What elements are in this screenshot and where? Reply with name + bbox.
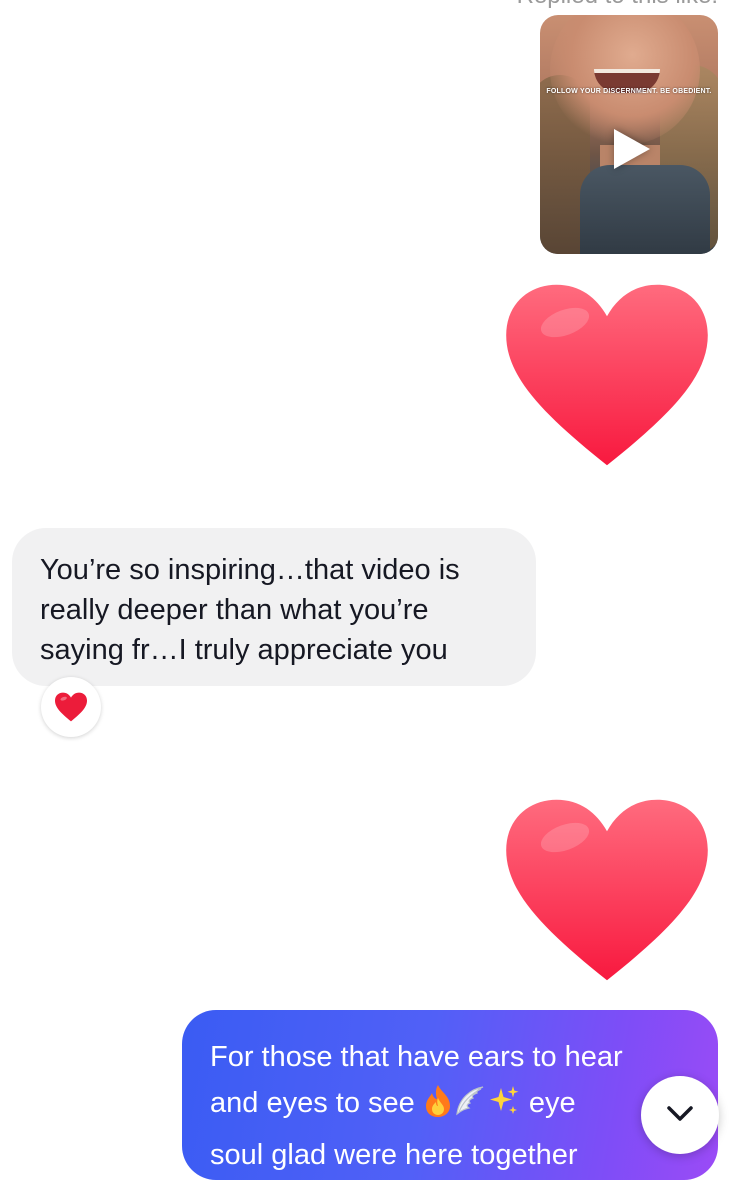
message-text-segment: eye bbox=[520, 1087, 576, 1119]
chevron-down-icon bbox=[667, 1106, 693, 1121]
play-icon[interactable] bbox=[614, 129, 650, 169]
message-line: saying fr…I truly appreciate you bbox=[40, 634, 448, 666]
wing-icon bbox=[453, 1084, 487, 1132]
message-line: really deeper than what you’re bbox=[40, 594, 429, 626]
heart-icon bbox=[55, 692, 87, 722]
message-line: soul glad were here together bbox=[210, 1139, 578, 1171]
heart-reaction-badge[interactable] bbox=[41, 677, 101, 737]
sparkles-icon bbox=[487, 1084, 521, 1132]
message-line: For those that have ears to hear bbox=[210, 1041, 623, 1073]
fire-icon bbox=[423, 1084, 453, 1132]
video-thumbnail[interactable]: FOLLOW YOUR DISCERNMENT. BE OBEDIENT. bbox=[540, 15, 718, 254]
message-line: and eyes to see eye bbox=[210, 1080, 694, 1132]
outgoing-message-text: For those that have ears to hear and eye… bbox=[210, 1034, 694, 1178]
heart-emoji-message[interactable] bbox=[502, 795, 712, 985]
message-line: You’re so inspiring…that video is bbox=[40, 554, 460, 586]
chat-screen: Replied to this like: FOLLOW YOUR DISCER… bbox=[0, 0, 742, 1193]
message-text-segment: and eyes to see bbox=[210, 1087, 423, 1119]
video-caption: FOLLOW YOUR DISCERNMENT. BE OBEDIENT. bbox=[546, 88, 712, 95]
scroll-to-bottom-button[interactable] bbox=[641, 1076, 719, 1154]
heart-emoji-message[interactable] bbox=[502, 280, 712, 470]
outgoing-message-bubble[interactable]: For those that have ears to hear and eye… bbox=[182, 1010, 718, 1180]
video-frame-jacket bbox=[580, 165, 710, 254]
incoming-message-bubble[interactable]: You’re so inspiring…that video is really… bbox=[12, 528, 536, 686]
incoming-message-text: You’re so inspiring…that video is really… bbox=[40, 550, 508, 670]
replied-label: Replied to this like: bbox=[517, 0, 718, 10]
